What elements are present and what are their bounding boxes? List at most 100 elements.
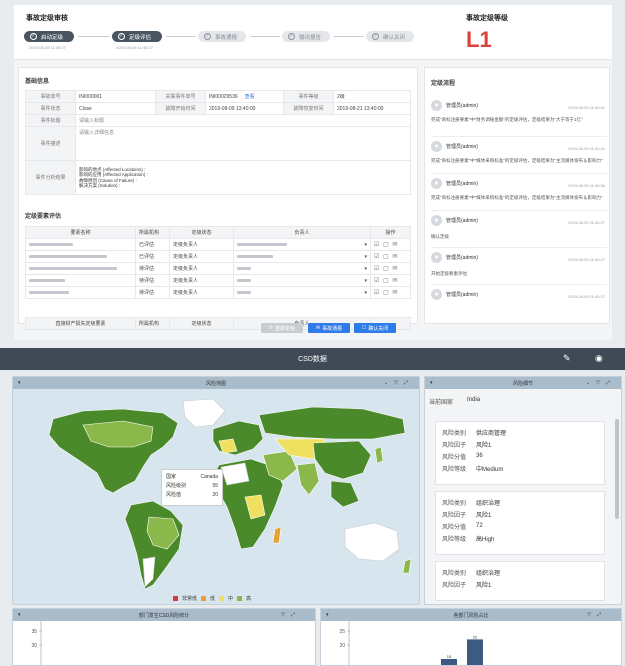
step-label: 启动定级: [41, 34, 64, 41]
owner-select[interactable]: ▾: [233, 274, 371, 287]
event-level: 2级: [333, 90, 411, 103]
legend-swatch: [237, 596, 243, 601]
scrollbar[interactable]: [615, 419, 619, 519]
log-entry: ● 管理员(admin) 2019-08-09 11:40:41 完成"商标注册要…: [431, 137, 607, 174]
incident-grading-panel: 事故定级审核 事故定级等级 L1 ✓ 启动定级 2019-08-09 11:40:…: [14, 5, 612, 340]
log-time: 2019-08-09 11:40:27: [568, 257, 605, 262]
step-incident-notify[interactable]: ✓ 事故通报: [198, 31, 246, 42]
owner-select[interactable]: ▾: [233, 250, 371, 263]
event-title-field[interactable]: 请输入标题: [75, 114, 411, 127]
legend-swatch: [173, 596, 178, 601]
element-owner: 定级负责人: [169, 262, 234, 275]
view-link[interactable]: 查看: [245, 94, 255, 100]
tooltip-value: 55: [212, 483, 218, 489]
button-label: 确认关闭: [368, 325, 389, 332]
element-state: 待评估: [135, 262, 170, 275]
header-title: 事故定级审核: [26, 15, 68, 22]
y-tick-label: 25: [339, 629, 345, 635]
eye-icon[interactable]: ◉: [595, 353, 603, 364]
risk-detail-panel: ▾ 风险细节 ⌄▽⤢ 当前国家 India 风险类别 供应商管理 风险因子 风险1 …: [424, 376, 622, 605]
bar: [441, 659, 457, 665]
grading-header: 事故定级审核 事故定级等级 L1 ✓ 启动定级 2019-08-09 11:40:…: [14, 5, 612, 60]
region-japan: [374, 446, 384, 464]
basic-info-title: 基础信息: [25, 79, 50, 85]
detail-key: 风险类别: [442, 430, 467, 437]
element-state: 待评估: [135, 286, 170, 299]
step-start-grading[interactable]: ✓ 启动定级: [24, 31, 74, 42]
dept-csd-bar-chart: 353016: [31, 621, 42, 665]
row-actions[interactable]: ☑ ▢ ✉: [370, 274, 411, 287]
tooltip-value: 20: [212, 492, 218, 498]
log-entry: ● 管理员(admin) 2019-08-09 11:40:41 完成"商标注册要…: [431, 100, 607, 137]
row-actions[interactable]: ☑ ▢ ✉: [370, 238, 411, 251]
col-header: 所属机构: [135, 226, 170, 239]
row-actions[interactable]: ☑ ▢ ✉: [370, 286, 411, 299]
risk-detail-card: 风险类别 组织治理 风险因子 风险1: [435, 561, 605, 601]
owner-select[interactable]: ▾: [233, 238, 371, 251]
check-icon: ✓: [30, 33, 37, 40]
panel-tools[interactable]: ⌄▽⤢: [384, 380, 414, 386]
owner-select[interactable]: ▾: [233, 262, 371, 275]
label: 关联事件单号: [155, 90, 206, 103]
log-user: 管理员(admin): [446, 144, 478, 150]
data-label: 22: [473, 634, 478, 639]
risk-detail-card: 风险类别 供应商管理 风险因子 风险1 风险分值 36 风险等级 中Medium: [435, 421, 605, 485]
log-user: 管理员(admin): [446, 292, 478, 298]
level-value: L1: [466, 27, 492, 52]
panel-tools[interactable]: ⌄▽⤢: [586, 380, 616, 386]
element-owner: 定级负责人: [169, 250, 234, 263]
level-title: 事故定级等级: [466, 15, 508, 22]
element-name: [25, 262, 136, 275]
step-time: 2019-08-09 11:40:27: [116, 45, 153, 50]
edit-icon[interactable]: ✎: [563, 353, 571, 364]
tooltip-value: Canada: [200, 474, 218, 480]
label: 事件状态: [25, 102, 76, 115]
regrade-button[interactable]: ⟳ 重新定级: [261, 323, 303, 333]
log-user: 管理员(admin): [446, 218, 478, 224]
step-grading-evaluation[interactable]: ✓ 定级评估: [112, 31, 162, 42]
row-actions[interactable]: ☑ ▢ ✉: [370, 250, 411, 263]
panel-tools[interactable]: ▽⤢: [587, 612, 607, 618]
col-header: 操作: [370, 226, 411, 239]
col-header: 所属机构: [135, 317, 170, 330]
log-entry: ● 管理员(admin) 2019-08-09 11:40:27: [431, 285, 607, 305]
detail-key: 风险类别: [442, 570, 467, 577]
label: 事故单号: [25, 90, 76, 103]
confirm-close-button[interactable]: ☐ 确认关闭: [354, 323, 396, 333]
event-desc-field[interactable]: 请输入详细信息: [75, 126, 411, 161]
col-header: 要素名称: [25, 226, 136, 239]
detail-value: 高High: [476, 536, 495, 543]
log-user: 管理员(admin): [446, 103, 478, 109]
table-row: 待评估 定级负责人 ▾ ☑ ▢ ✉: [25, 286, 411, 299]
risk-map-header: ▾ 风险地图 ⌄▽⤢: [13, 377, 419, 389]
owner-select[interactable]: ▾: [233, 286, 371, 299]
risk-map-panel: ▾ 风险地图 ⌄▽⤢ 国家 Canada 风险级别 55 风险值 20 非常低 …: [12, 376, 420, 605]
step-confirm-close[interactable]: ✓ 确认关闭: [366, 31, 414, 42]
step-label: 定级评估: [129, 34, 152, 41]
detail-value: 72: [476, 523, 483, 529]
step-output-report[interactable]: ✓ 输出报告: [282, 31, 330, 42]
eval-title: 定级要素评估: [25, 214, 62, 220]
risk-map-title: 风险地图: [205, 380, 226, 387]
chart1-header: ▾ 部门发生CSD风险统计 ▽⤢: [13, 609, 315, 621]
notify-button[interactable]: ✉ 事故通报: [308, 323, 350, 333]
chart2-title: 各部门风险占比: [453, 612, 489, 619]
row-actions[interactable]: ☑ ▢ ✉: [370, 262, 411, 275]
log-time: 2019-08-09 11:40:27: [568, 294, 605, 299]
step-connector: [166, 36, 196, 37]
element-owner: 定级负责人: [169, 286, 234, 299]
region-north-america: [48, 408, 179, 494]
process-title: 定级流程: [431, 81, 456, 87]
step-connector: [250, 36, 280, 37]
avatar: ●: [431, 178, 442, 189]
log-user: 管理员(admin): [446, 255, 478, 261]
log-time: 2019-08-09 11:40:41: [568, 105, 605, 110]
panel-tools[interactable]: ▽⤢: [281, 612, 301, 618]
csd-title: CSD数据: [298, 356, 327, 363]
label: 事件标题: [25, 114, 76, 127]
table-row: 已评估 定级负责人 ▾ ☑ ▢ ✉: [25, 250, 411, 263]
country-value: India: [467, 397, 481, 403]
legend-label: 中: [228, 596, 234, 602]
check-icon: ✓: [204, 33, 211, 40]
detail-value: 供应商管理: [476, 430, 507, 437]
